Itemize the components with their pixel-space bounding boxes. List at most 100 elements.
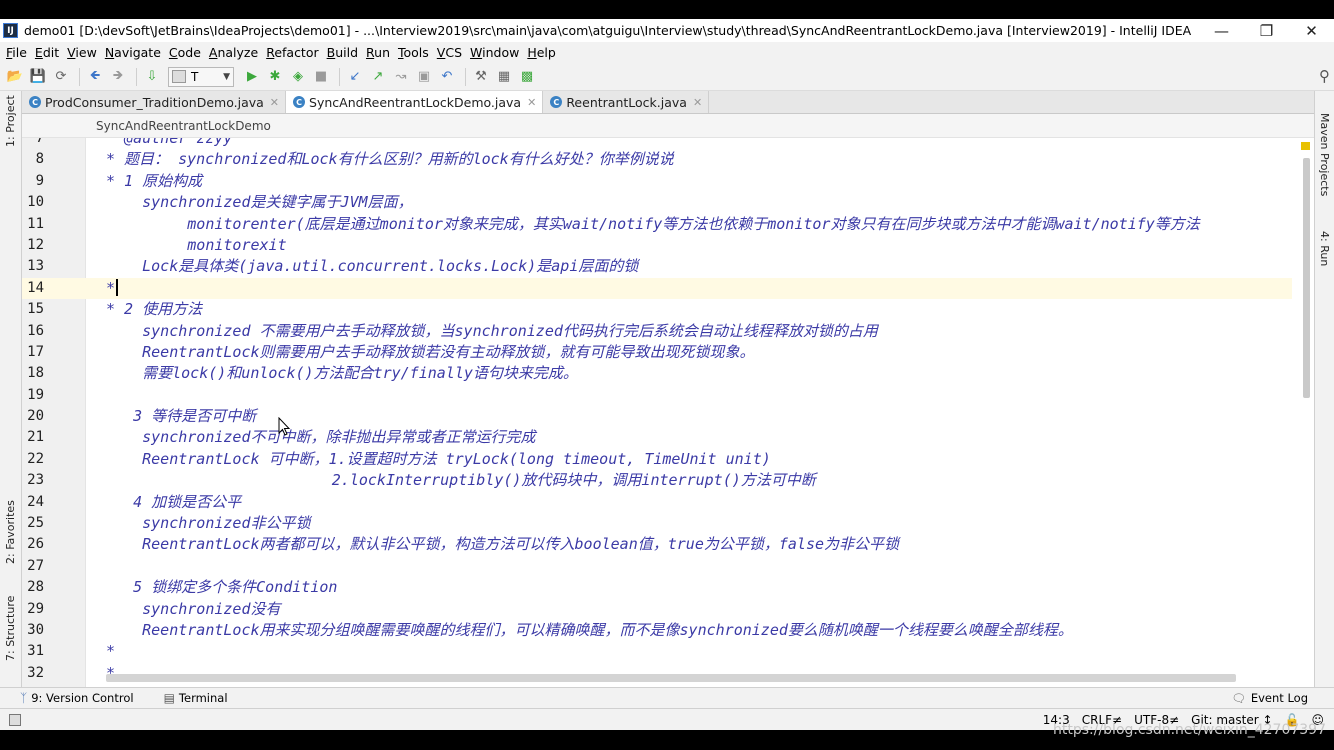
- build-project-icon[interactable]: ⇩: [142, 67, 162, 87]
- code-text[interactable]: ReentrantLock两者都可以，默认非公平锁，构造方法可以传入boolea…: [106, 534, 899, 555]
- search-everywhere-icon[interactable]: ⚲: [1319, 67, 1330, 85]
- menu-view[interactable]: View: [63, 45, 101, 60]
- minimize-button[interactable]: —: [1199, 19, 1244, 42]
- code-line[interactable]: 28 5 锁绑定多个条件Condition: [22, 577, 1292, 598]
- code-line[interactable]: 14 *: [22, 277, 1292, 300]
- vcs-update-icon[interactable]: ↙: [345, 67, 365, 87]
- code-text[interactable]: 需要lock()和unlock()方法配合try/finally语句块来完成。: [106, 363, 578, 384]
- code-text[interactable]: 4 加锁是否公平: [106, 492, 241, 513]
- forward-icon[interactable]: 🡺: [108, 67, 128, 87]
- debug-icon[interactable]: ✱: [265, 67, 285, 87]
- code-line[interactable]: 27: [22, 556, 1292, 577]
- code-text[interactable]: *: [106, 641, 115, 662]
- save-all-icon[interactable]: 💾: [28, 67, 48, 87]
- menu-run[interactable]: Run: [362, 45, 394, 60]
- code-line[interactable]: 24 4 加锁是否公平: [22, 492, 1292, 513]
- menu-file[interactable]: File: [2, 45, 31, 60]
- run-icon[interactable]: ▶: [242, 67, 262, 87]
- close-button[interactable]: ✕: [1289, 19, 1334, 42]
- terminal-tool-button[interactable]: ▤ Terminal: [154, 691, 238, 705]
- code-line[interactable]: 30 ReentrantLock用来实现分组唤醒需要唤醒的线程们，可以精确唤醒，…: [22, 620, 1292, 641]
- menu-refactor[interactable]: Refactor: [262, 45, 322, 60]
- project-structure-icon[interactable]: ▦: [494, 67, 514, 87]
- sdk-manager-icon[interactable]: ▩: [517, 67, 537, 87]
- code-line[interactable]: 9 * 1 原始构成: [22, 171, 1292, 192]
- code-text[interactable]: ReentrantLock则需要用户去手动释放锁若没有主动释放锁，就有可能导致出…: [106, 342, 754, 363]
- close-icon[interactable]: ✕: [527, 96, 536, 109]
- run-configuration-select[interactable]: T ▼: [168, 66, 234, 87]
- vcs-commit-icon[interactable]: ↗: [368, 67, 388, 87]
- menu-vcs[interactable]: VCS: [433, 45, 466, 60]
- code-text[interactable]: synchronized 不需要用户去手动释放锁，当synchronized代码…: [106, 321, 878, 342]
- tab-syncandreentrantlockdemo[interactable]: C SyncAndReentrantLockDemo.java ✕: [286, 91, 544, 113]
- menu-build[interactable]: Build: [323, 45, 362, 60]
- code-editor[interactable]: 7 @auther zzyy 8 * 题目： synchronized和Lock有什…: [22, 138, 1314, 687]
- code-line[interactable]: 16 synchronized 不需要用户去手动释放锁，当synchronize…: [22, 321, 1292, 342]
- code-text[interactable]: 3 等待是否可中断: [106, 406, 256, 427]
- tab-reentrantlock[interactable]: C ReentrantLock.java ✕: [543, 91, 710, 113]
- code-line[interactable]: 22 ReentrantLock 可中断，1.设置超时方法 tryLock(lo…: [22, 449, 1292, 470]
- settings-wrench-icon[interactable]: ⚒: [471, 67, 491, 87]
- code-line[interactable]: 31 *: [22, 641, 1292, 662]
- code-text[interactable]: monitorexit: [106, 235, 286, 256]
- code-line[interactable]: 18 需要lock()和unlock()方法配合try/finally语句块来完…: [22, 363, 1292, 384]
- coverage-icon[interactable]: ◈: [288, 67, 308, 87]
- code-text[interactable]: * 题目： synchronized和Lock有什么区别？用新的lock有什么好…: [106, 149, 674, 170]
- stop-icon[interactable]: ■: [311, 67, 331, 87]
- code-text[interactable]: * 1 原始构成: [106, 171, 202, 192]
- event-log-tool-button[interactable]: 🗨 Event Log: [1231, 691, 1308, 705]
- structure-tool-button[interactable]: 7: Structure: [4, 596, 17, 661]
- code-text[interactable]: *: [106, 278, 119, 299]
- sync-icon[interactable]: ⟳: [51, 67, 71, 87]
- favorites-tool-button[interactable]: 2: Favorites: [4, 500, 17, 564]
- code-text[interactable]: monitorenter(底层是通过monitor对象来完成，其实wait/no…: [106, 214, 1200, 235]
- code-line[interactable]: 17 ReentrantLock则需要用户去手动释放锁若没有主动释放锁，就有可能…: [22, 342, 1292, 363]
- code-line[interactable]: 26 ReentrantLock两者都可以，默认非公平锁，构造方法可以传入boo…: [22, 534, 1292, 555]
- code-text[interactable]: synchronized没有: [106, 599, 280, 620]
- code-line[interactable]: 29 synchronized没有: [22, 599, 1292, 620]
- code-line[interactable]: 15 * 2 使用方法: [22, 299, 1292, 320]
- code-text[interactable]: 2.lockInterruptibly()放代码块中，调用interrupt()…: [106, 470, 816, 491]
- code-line[interactable]: 12 monitorexit: [22, 235, 1292, 256]
- restore-button[interactable]: ❐: [1244, 19, 1289, 42]
- code-line[interactable]: 7 @auther zzyy: [22, 138, 1292, 149]
- menu-window[interactable]: Window: [466, 45, 523, 60]
- menu-analyze[interactable]: Analyze: [205, 45, 262, 60]
- menu-tools[interactable]: Tools: [394, 45, 433, 60]
- code-line[interactable]: 25 synchronized非公平锁: [22, 513, 1292, 534]
- code-line[interactable]: 19: [22, 385, 1292, 406]
- version-control-tool-button[interactable]: ᛉ 9: Version Control: [10, 691, 144, 705]
- warning-marker[interactable]: [1301, 142, 1310, 150]
- code-text[interactable]: ReentrantLock用来实现分组唤醒需要唤醒的线程们，可以精确唤醒，而不是…: [106, 620, 1073, 641]
- run-tool-button[interactable]: 4: Run: [1318, 231, 1331, 266]
- code-line[interactable]: 20 3 等待是否可中断: [22, 406, 1292, 427]
- tool-windows-toggle-icon[interactable]: [9, 713, 21, 726]
- back-icon[interactable]: 🡸: [85, 67, 105, 87]
- code-line[interactable]: 23 2.lockInterruptibly()放代码块中，调用interrup…: [22, 470, 1292, 491]
- project-tool-button[interactable]: 1: Project: [4, 95, 17, 147]
- breadcrumb[interactable]: SyncAndReentrantLockDemo: [22, 114, 1314, 138]
- menu-navigate[interactable]: Navigate: [101, 45, 165, 60]
- code-line[interactable]: 21 synchronized不可中断，除非抛出异常或者正常运行完成: [22, 427, 1292, 448]
- code-text[interactable]: synchronized不可中断，除非抛出异常或者正常运行完成: [106, 427, 535, 448]
- menu-help[interactable]: Help: [523, 45, 560, 60]
- code-text[interactable]: ReentrantLock 可中断，1.设置超时方法 tryLock(long …: [106, 449, 771, 470]
- vertical-scrollbar[interactable]: [1303, 158, 1310, 398]
- vcs-history-icon[interactable]: ▣: [414, 67, 434, 87]
- code-text[interactable]: * 2 使用方法: [106, 299, 202, 320]
- vcs-compare-icon[interactable]: ↝: [391, 67, 411, 87]
- menu-code[interactable]: Code: [165, 45, 205, 60]
- code-text[interactable]: synchronized非公平锁: [106, 513, 310, 534]
- code-text[interactable]: synchronized是关键字属于JVM层面，: [106, 192, 412, 213]
- code-line[interactable]: 11 monitorenter(底层是通过monitor对象来完成，其实wait…: [22, 214, 1292, 235]
- code-line[interactable]: 8 * 题目： synchronized和Lock有什么区别？用新的lock有什么…: [22, 149, 1292, 170]
- code-text[interactable]: Lock是具体类(java.util.concurrent.locks.Lock…: [106, 256, 638, 277]
- code-line[interactable]: 13 Lock是具体类(java.util.concurrent.locks.L…: [22, 256, 1292, 277]
- code-text[interactable]: @auther zzyy: [106, 138, 232, 149]
- open-folder-icon[interactable]: 📂: [5, 67, 25, 87]
- maven-projects-tool-button[interactable]: Maven Projects: [1318, 113, 1331, 196]
- code-text[interactable]: 5 锁绑定多个条件Condition: [106, 577, 337, 598]
- menu-edit[interactable]: Edit: [31, 45, 63, 60]
- horizontal-scrollbar[interactable]: [106, 674, 1236, 682]
- close-icon[interactable]: ✕: [270, 96, 279, 109]
